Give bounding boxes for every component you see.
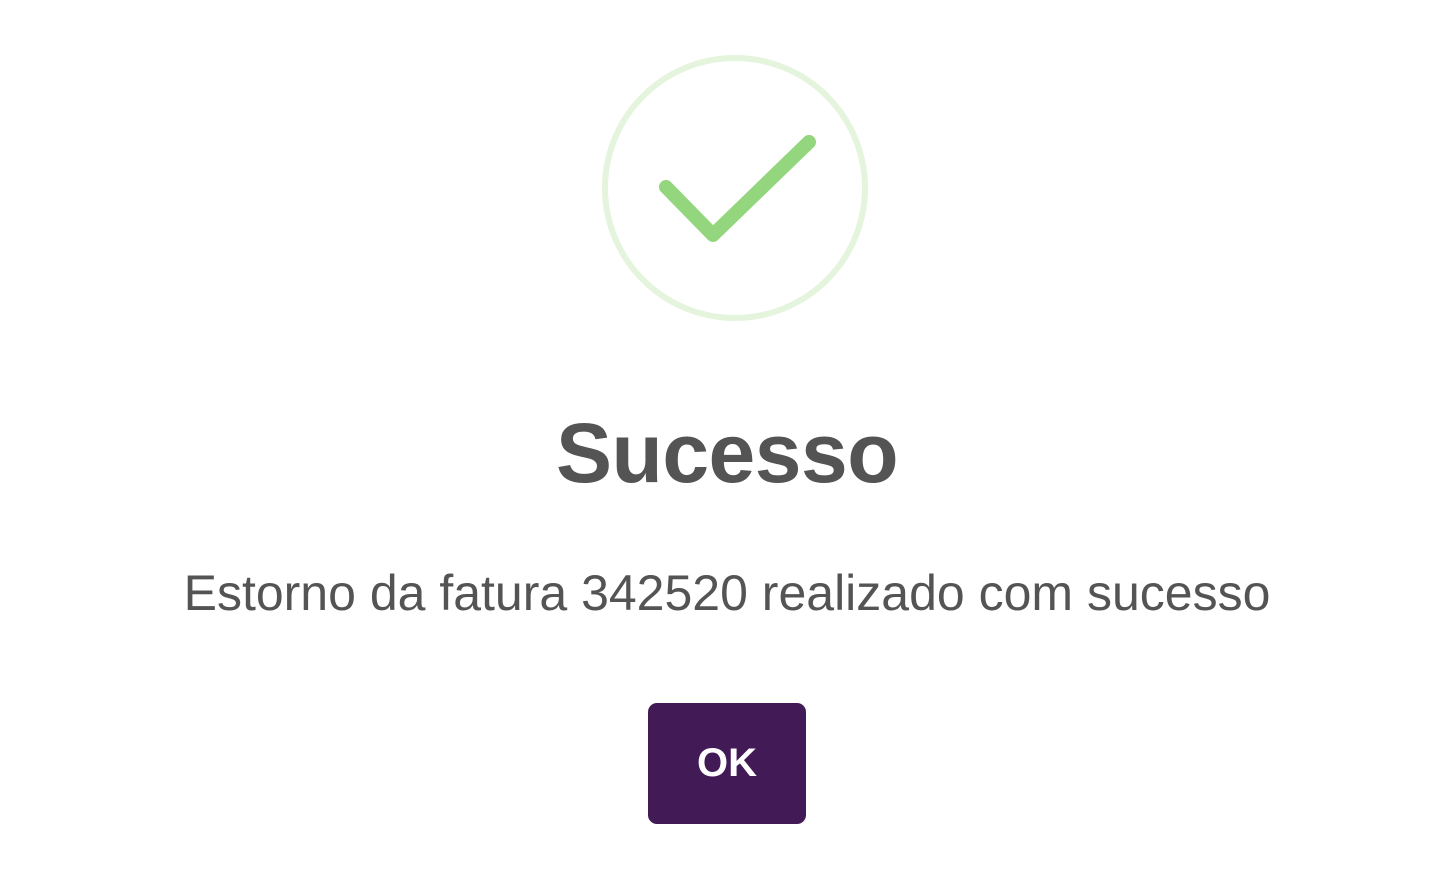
dialog-title: Sucesso [555,406,899,500]
success-check-icon [600,54,870,324]
check-ring [602,55,868,321]
ok-button[interactable]: OK [648,703,806,824]
dialog-message: Estorno da fatura 342520 realizado com s… [183,565,1271,621]
success-dialog: Sucesso Estorno da fatura 342520 realiza… [0,0,1454,883]
check-mark [659,135,816,242]
